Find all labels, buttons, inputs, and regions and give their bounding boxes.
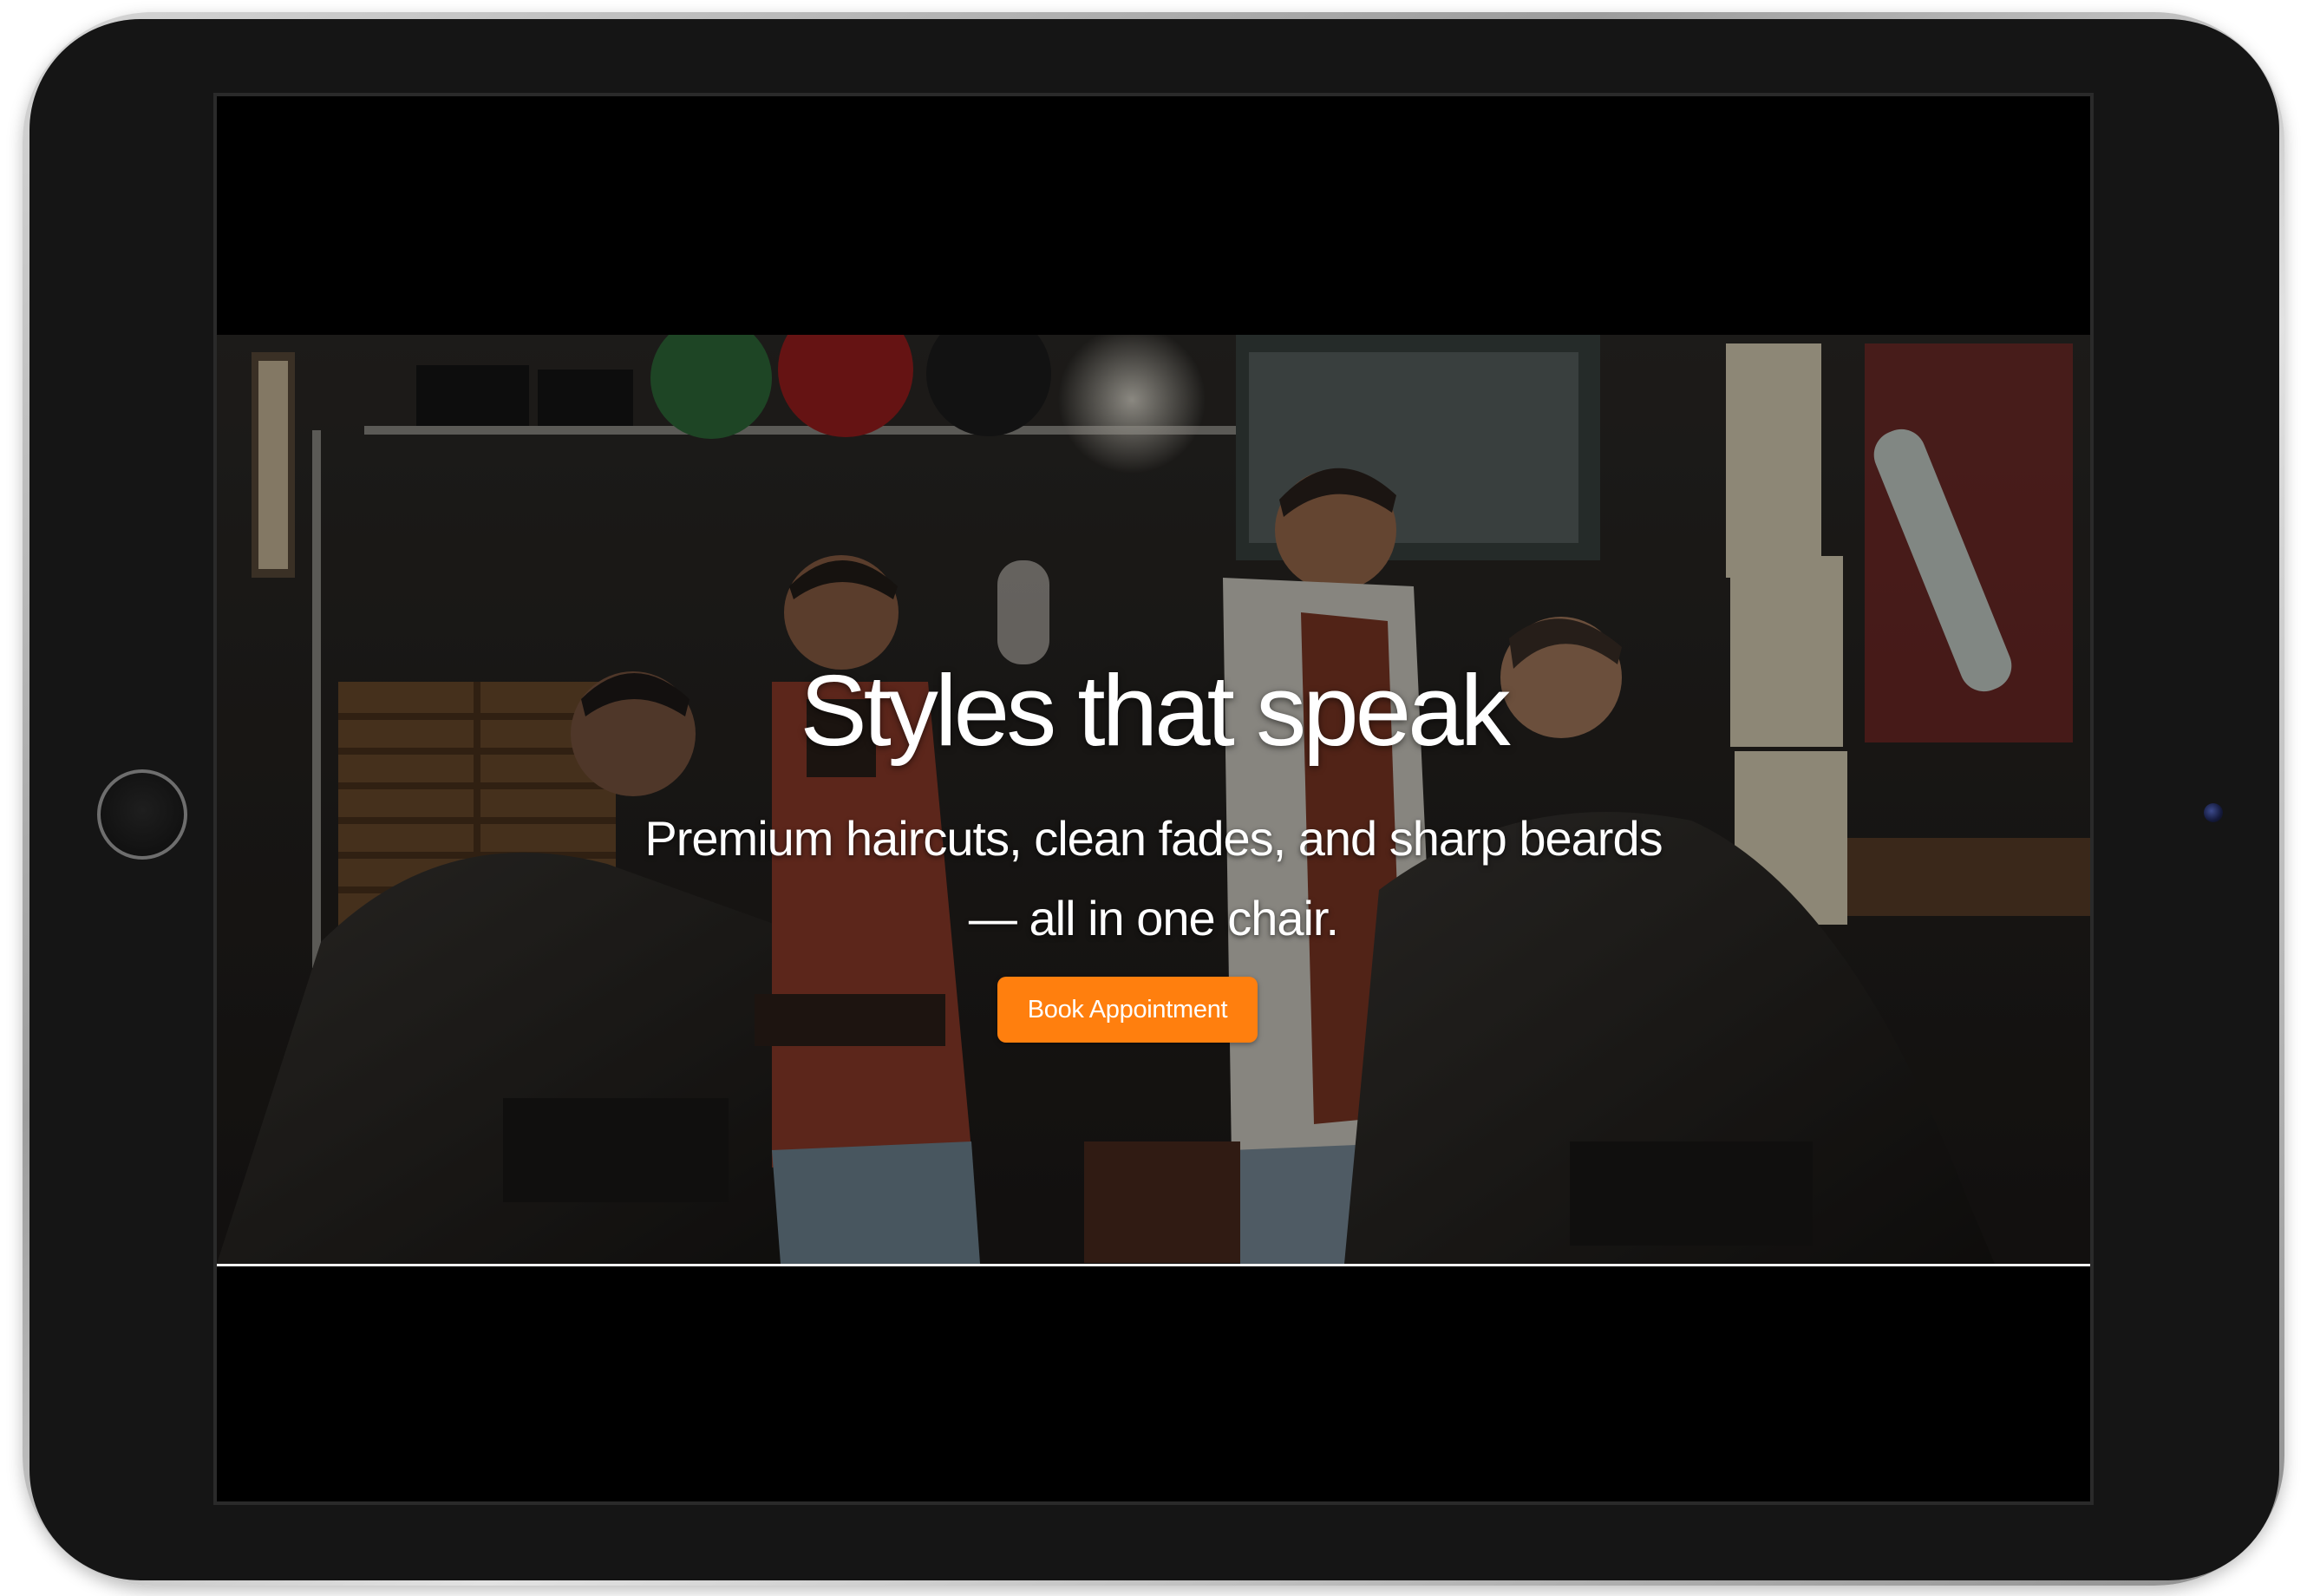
hero-subtitle: Premium haircuts, clean fades, and sharp… — [644, 811, 1663, 945]
front-camera-icon — [2204, 803, 2223, 822]
hero-title: Styles that speak — [800, 654, 1510, 767]
home-button[interactable] — [97, 769, 187, 860]
hero-section: Styles that speak Premium haircuts, clea… — [217, 335, 2090, 1266]
book-appointment-button[interactable]: Book Appointment — [997, 977, 1258, 1043]
hero-content: Styles that speak Premium haircuts, clea… — [217, 335, 2090, 1264]
tablet-screen: Styles that speak Premium haircuts, clea… — [213, 93, 2094, 1505]
